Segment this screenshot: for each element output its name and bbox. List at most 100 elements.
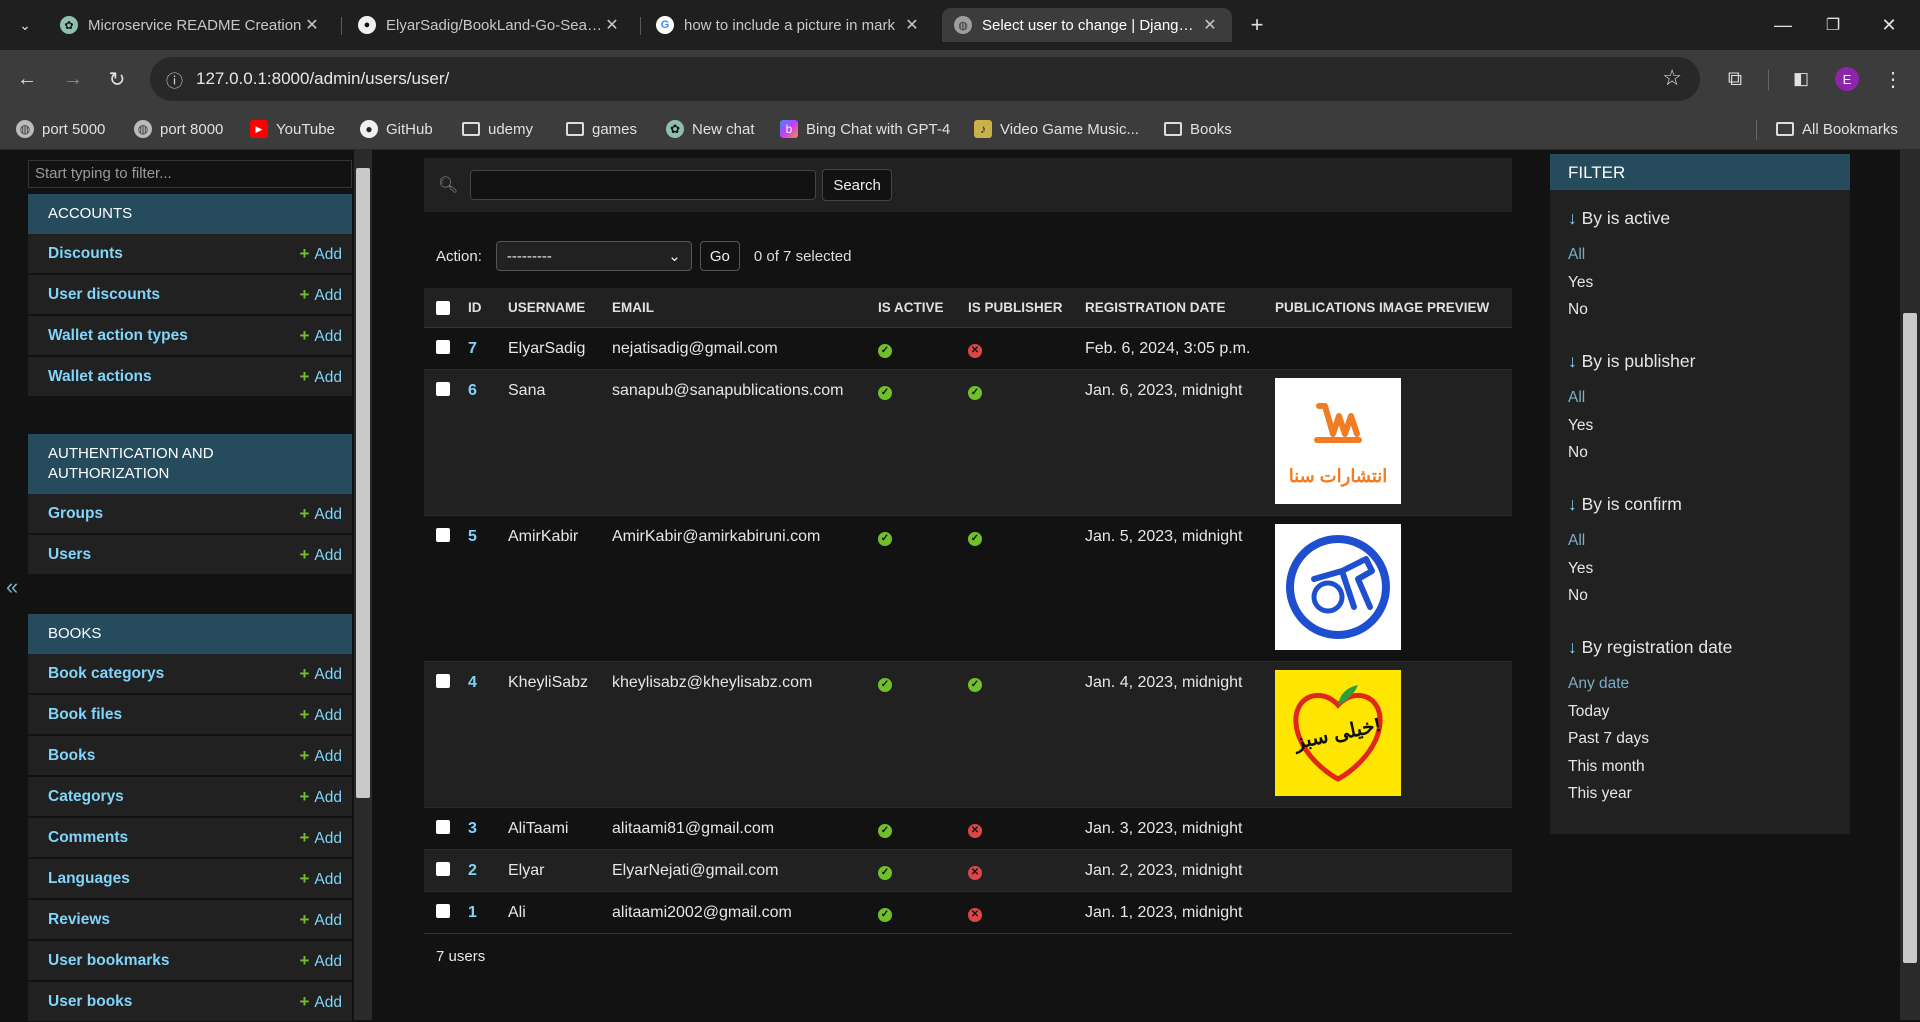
new-tab-button[interactable]: +	[1240, 8, 1274, 42]
column-header-is-publisher[interactable]: IS PUBLISHER	[968, 300, 1085, 315]
bookmark-star-icon[interactable]: ☆	[1662, 65, 1682, 91]
bookmark-bing-chat[interactable]: b Bing Chat with GPT-4	[780, 116, 950, 142]
bookmark-youtube[interactable]: ▶ YouTube	[250, 116, 335, 142]
forward-button[interactable]: →	[56, 62, 90, 96]
filter-option[interactable]: Yes	[1568, 560, 1593, 578]
model-link[interactable]: Discounts	[48, 245, 299, 263]
add-link[interactable]: + Add	[299, 992, 342, 1012]
bookmark-port-8000[interactable]: ◍ port 8000	[134, 116, 223, 142]
row-id-link[interactable]: 3	[468, 808, 508, 838]
sidebar-scrollbar-thumb[interactable]	[356, 168, 370, 798]
model-link[interactable]: Wallet actions	[48, 368, 299, 386]
model-link[interactable]: Groups	[48, 505, 299, 523]
add-link[interactable]: + Add	[299, 504, 342, 524]
row-checkbox[interactable]	[436, 904, 450, 918]
row-id-link[interactable]: 6	[468, 370, 508, 400]
filter-option[interactable]: This month	[1568, 758, 1645, 776]
filter-option[interactable]: No	[1568, 301, 1588, 319]
action-select[interactable]: --------- ⌄	[495, 241, 692, 271]
close-icon[interactable]: ✕	[902, 15, 922, 35]
row-id-link[interactable]: 2	[468, 850, 508, 880]
add-link[interactable]: + Add	[299, 828, 342, 848]
filter-option[interactable]: Yes	[1568, 274, 1593, 292]
column-header-registration-date[interactable]: REGISTRATION DATE	[1085, 300, 1275, 315]
model-link[interactable]: Wallet action types	[48, 327, 299, 345]
row-id-link[interactable]: 1	[468, 892, 508, 922]
column-header-id[interactable]: ID	[468, 300, 508, 315]
model-link[interactable]: User bookmarks	[48, 952, 299, 970]
model-link[interactable]: Books	[48, 747, 299, 765]
column-header-username[interactable]: USERNAME	[508, 300, 612, 315]
site-info-icon[interactable]: ⓘ	[166, 67, 183, 92]
model-link[interactable]: Languages	[48, 870, 299, 888]
filter-option[interactable]: Yes	[1568, 417, 1593, 435]
extensions-icon[interactable]: ⧉	[1718, 62, 1752, 96]
all-bookmarks-button[interactable]: All Bookmarks	[1776, 116, 1898, 142]
add-link[interactable]: + Add	[299, 910, 342, 930]
filter-option[interactable]: This year	[1568, 785, 1632, 803]
row-checkbox[interactable]	[436, 674, 450, 688]
bookmark-port-5000[interactable]: ◍ port 5000	[16, 116, 105, 142]
page-scrollbar-thumb[interactable]	[1903, 313, 1917, 963]
model-link[interactable]: Users	[48, 546, 299, 564]
address-bar[interactable]: ⓘ 127.0.0.1:8000/admin/users/user/ ☆	[150, 57, 1700, 101]
bookmark-video-game-music[interactable]: ♪ Video Game Music...	[974, 116, 1139, 142]
go-button[interactable]: Go	[699, 241, 740, 271]
model-link[interactable]: Categorys	[48, 788, 299, 806]
model-link[interactable]: User discounts	[48, 286, 299, 304]
add-link[interactable]: + Add	[299, 705, 342, 725]
select-all-checkbox[interactable]	[436, 300, 450, 315]
row-checkbox[interactable]	[436, 820, 450, 834]
minimize-button[interactable]: —	[1766, 8, 1800, 42]
tab-django-admin[interactable]: ◍ Select user to change | Django site ✕	[942, 8, 1232, 42]
filter-option[interactable]: No	[1568, 444, 1588, 462]
tab-github[interactable]: ● ElyarSadig/BookLand-Go-Search ✕	[346, 8, 634, 42]
add-link[interactable]: + Add	[299, 326, 342, 346]
filter-option[interactable]: No	[1568, 587, 1588, 605]
row-checkbox[interactable]	[436, 528, 450, 542]
row-id-link[interactable]: 4	[468, 662, 508, 692]
restore-button[interactable]: ❐	[1816, 8, 1850, 42]
column-header-is-active[interactable]: IS ACTIVE	[878, 300, 968, 315]
row-id-link[interactable]: 7	[468, 328, 508, 358]
row-checkbox[interactable]	[436, 340, 450, 354]
module-header-books[interactable]: BOOKS	[28, 614, 352, 654]
add-link[interactable]: + Add	[299, 787, 342, 807]
bookmark-github[interactable]: ● GitHub	[360, 116, 433, 142]
add-link[interactable]: + Add	[299, 367, 342, 387]
model-link[interactable]: Reviews	[48, 911, 299, 929]
close-window-button[interactable]: ✕	[1872, 8, 1906, 42]
search-input[interactable]	[470, 170, 817, 200]
filter-option[interactable]: All	[1568, 532, 1585, 550]
collapse-sidebar-button[interactable]: «	[6, 574, 18, 600]
row-id-link[interactable]: 5	[468, 516, 508, 546]
add-link[interactable]: + Add	[299, 869, 342, 889]
bookmark-folder-books[interactable]: Books	[1164, 116, 1232, 142]
tab-search-button[interactable]: ⌄	[8, 8, 42, 42]
sidebar-filter-input[interactable]: Start typing to filter...	[28, 160, 352, 188]
close-icon[interactable]: ✕	[302, 15, 322, 35]
filter-option[interactable]: Today	[1568, 703, 1609, 721]
filter-option[interactable]: Past 7 days	[1568, 730, 1649, 748]
menu-kebab-icon[interactable]: ⋮	[1876, 62, 1910, 96]
row-checkbox[interactable]	[436, 862, 450, 876]
reload-button[interactable]: ↻	[100, 62, 134, 96]
module-header-accounts[interactable]: ACCOUNTS	[28, 194, 352, 234]
add-link[interactable]: + Add	[299, 545, 342, 565]
tab-readme[interactable]: ✿ Microservice README Creation ✕	[48, 8, 334, 42]
close-icon[interactable]: ✕	[602, 15, 622, 35]
column-header-email[interactable]: EMAIL	[612, 300, 878, 315]
filter-option[interactable]: Any date	[1568, 675, 1629, 693]
add-link[interactable]: + Add	[299, 746, 342, 766]
side-panel-icon[interactable]: ◧	[1784, 62, 1818, 96]
row-checkbox[interactable]	[436, 382, 450, 396]
bookmark-new-chat[interactable]: ✿ New chat	[666, 116, 755, 142]
module-header-auth[interactable]: AUTHENTICATION AND AUTHORIZATION	[28, 434, 352, 494]
add-link[interactable]: + Add	[299, 244, 342, 264]
search-button[interactable]: Search	[822, 169, 892, 201]
add-link[interactable]: + Add	[299, 951, 342, 971]
add-link[interactable]: + Add	[299, 285, 342, 305]
filter-option[interactable]: All	[1568, 389, 1585, 407]
tab-google[interactable]: G how to include a picture in mark ✕	[644, 8, 934, 42]
model-link[interactable]: Book categorys	[48, 665, 299, 683]
